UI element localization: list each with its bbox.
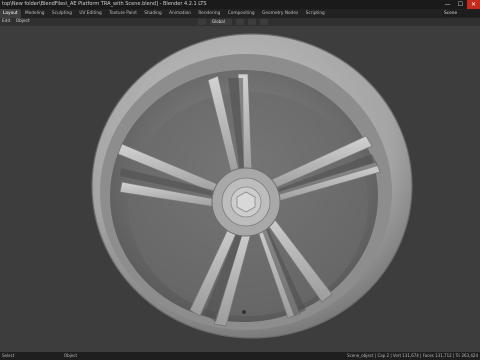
tab-modeling[interactable]: Modeling xyxy=(22,9,48,18)
tab-animation[interactable]: Animation xyxy=(166,9,194,18)
status-mode: Object xyxy=(64,353,78,358)
window-controls: — ☐ ✕ xyxy=(441,0,480,9)
transform-tools: Global xyxy=(198,18,268,26)
status-bar: Select Object Scene_object | Cap 2 | Ver… xyxy=(0,352,480,360)
proportional-edit-icon[interactable] xyxy=(260,19,268,25)
transform-orientation-dropdown[interactable]: Global xyxy=(210,19,232,25)
tab-rendering[interactable]: Rendering xyxy=(195,9,223,18)
tab-scripting[interactable]: Scripting xyxy=(303,9,328,18)
pivot-point-icon[interactable] xyxy=(236,19,244,25)
close-button[interactable]: ✕ xyxy=(467,0,480,9)
maximize-button[interactable]: ☐ xyxy=(454,0,467,9)
window-titlebar: top\New folder\BlendFiles\_AE Platform T… xyxy=(0,0,480,9)
workspace-tabs: Layout Modeling Sculpting UV Editing Tex… xyxy=(0,9,480,18)
tab-shading[interactable]: Shading xyxy=(141,9,164,18)
status-select: Select xyxy=(2,353,15,358)
tab-layout[interactable]: Layout xyxy=(0,9,21,18)
wheel-model[interactable] xyxy=(0,26,480,352)
transform-orientation-icon[interactable] xyxy=(198,19,206,25)
menu-object[interactable]: Object xyxy=(14,18,32,26)
viewport-header: Edit Object Global xyxy=(0,18,480,26)
window-title: top\New folder\BlendFiles\_AE Platform T… xyxy=(2,1,207,7)
minimize-button[interactable]: — xyxy=(441,0,454,9)
tab-compositing[interactable]: Compositing xyxy=(225,9,258,18)
tab-uv-editing[interactable]: UV Editing xyxy=(76,9,104,18)
tab-geometry-nodes[interactable]: Geometry Nodes xyxy=(259,9,301,18)
tab-sculpting[interactable]: Sculpting xyxy=(49,9,75,18)
3d-viewport[interactable] xyxy=(0,26,480,352)
menu-edit[interactable]: Edit xyxy=(0,18,12,26)
snap-icon[interactable] xyxy=(248,19,256,25)
valve-hole xyxy=(242,310,246,314)
tab-texture-paint[interactable]: Texture Paint xyxy=(106,9,140,18)
scene-selector[interactable]: Scene xyxy=(442,10,480,17)
status-stats: Scene_object | Cap 2 | Vert 131,674 | Fa… xyxy=(347,353,478,358)
